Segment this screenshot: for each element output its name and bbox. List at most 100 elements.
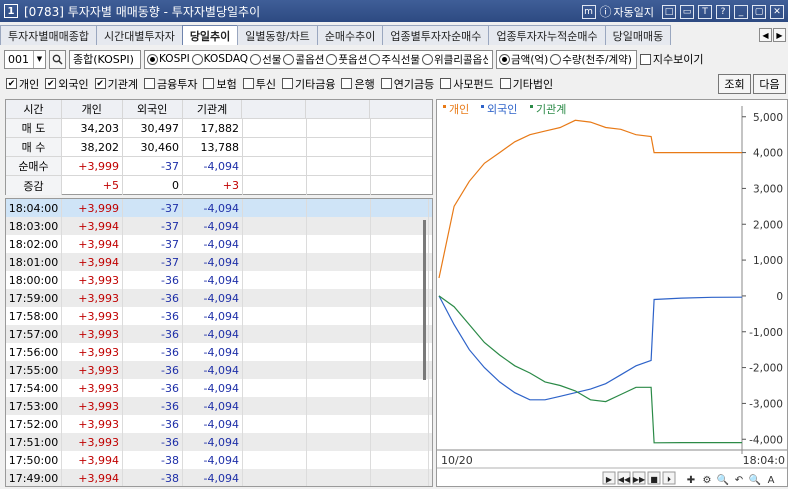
table-row[interactable]: 17:57:00 +3,993 -36 -4,094 [6,325,432,343]
search-icon[interactable] [49,49,66,69]
empty-cell [371,253,429,271]
table-row[interactable]: 17:56:00 +3,993 -36 -4,094 [6,343,432,361]
individual-cell: +3,994 [62,451,123,469]
check-insurance[interactable]: 보험 [203,76,237,92]
check-private-fund[interactable]: 사모펀드 [440,76,494,92]
table-row[interactable]: 17:52:00 +3,993 -36 -4,094 [6,415,432,433]
undo-icon[interactable]: ↶ [735,475,743,486]
tab-daily-trading[interactable]: 당일매매동 [604,25,672,45]
layout-icon[interactable]: ▭ [680,4,694,19]
tab-daily-chart[interactable]: 일별동향/차트 [237,25,318,45]
table-row[interactable]: 17:58:00 +3,993 -36 -4,094 [6,307,432,325]
radio-quantity[interactable]: 수량(천주/계약) [550,52,632,67]
radio-kospi[interactable]: KOSPI [147,53,190,65]
institution-cell: -4,094 [183,397,243,415]
foreign-cell: -36 [123,289,183,307]
table-row[interactable]: 18:00:00 +3,993 -36 -4,094 [6,271,432,289]
check-foreign[interactable]: ✔ 외국인 [45,76,89,92]
code-select[interactable]: 001 ▼ [4,49,46,69]
trend-chart[interactable]: 5,000 4,000 3,000 2,000 1,000 0 -1,000 -2,000 -3… [436,99,788,487]
play-icon[interactable]: ▶ [606,475,613,484]
rewind-icon[interactable]: ◀◀ [618,475,631,484]
settings-icon[interactable]: ⚙ [703,475,712,486]
radio-weekly-call[interactable]: 위클리콜옵션 [422,52,488,67]
window-title: [0783] 투자자별 매매동향 - 투자자별당일추이 [24,4,261,19]
summary-cell-empty [307,138,371,156]
zoom-out-icon[interactable]: 🔍 [749,473,761,486]
radio-amount[interactable]: 금액(억) [499,52,548,67]
fast-forward-icon[interactable]: ▶▶ [633,475,646,484]
index-view-checkbox[interactable]: 지수보이기 [639,51,704,67]
check-individual[interactable]: ✔ 개인 [6,76,39,92]
tab-daily-trend[interactable]: 당일추이 [181,25,239,45]
check-other-finance-label: 기타금융 [294,77,336,91]
check-other-finance[interactable]: 기타금융 [281,76,336,92]
table-row[interactable]: 18:01:00 +3,994 -37 -4,094 [6,253,432,271]
tab-next-icon[interactable]: ▶ [773,28,786,42]
tab-time-investor[interactable]: 시간대별투자자 [95,25,183,45]
radio-kosdaq[interactable]: KOSDAQ [191,53,248,65]
table-row[interactable]: 17:53:00 +3,993 -36 -4,094 [6,397,432,415]
table-row[interactable]: 17:59:00 +3,993 -36 -4,094 [6,289,432,307]
table-row[interactable]: 18:03:00 +3,994 -37 -4,094 [6,217,432,235]
empty-cell [243,379,307,397]
auto-diary-button[interactable]: ⓘ 자동일지 [600,3,655,20]
font-icon[interactable]: T [698,4,712,19]
check-bank[interactable]: 은행 [341,76,375,92]
next-button[interactable]: 다음 [753,74,786,94]
radio-call[interactable]: 콜옵션 [283,52,324,67]
check-other-corp[interactable]: 기타법인 [499,76,553,92]
table-row[interactable]: 17:55:00 +3,993 -36 -4,094 [6,361,432,379]
radio-stock-futures-label: 주식선물 [381,53,421,66]
check-pension[interactable]: 연기금등 [380,76,434,92]
table-row[interactable]: 18:04:00 +3,999 -37 -4,094 [6,199,432,217]
time-cell: 17:52:00 [6,415,62,433]
close-icon[interactable]: ✕ [770,4,784,19]
check-trust[interactable]: 투신 [242,76,276,92]
empty-cell [243,325,307,343]
table-row[interactable]: 17:49:00 +3,994 -38 -4,094 [6,469,432,486]
stop-icon[interactable]: ■ [650,475,658,484]
time-grid[interactable]: 18:04:00 +3,999 -37 -4,094 18:03:00 +3,994 -37… [5,198,433,487]
search-button[interactable]: 조회 [718,74,751,94]
legend-marker [443,105,446,108]
title-controls: m ⓘ 자동일지 □ ▭ T ? _ ▢ ✕ [581,3,784,20]
summary-cell-empty [243,138,307,156]
radio-futures[interactable]: 선물 [250,52,281,67]
minimize-icon[interactable]: _ [734,4,748,19]
table-row[interactable]: 17:54:00 +3,993 -36 -4,094 [6,379,432,397]
x-start-label: 10/20 [441,454,473,467]
time-grid-scrollbar[interactable] [423,200,431,484]
institution-cell: -4,094 [183,289,243,307]
time-cell: 17:56:00 [6,343,62,361]
summary-cell: 0 [123,176,183,195]
menu-icon[interactable]: m [581,4,596,19]
radio-amount-dot [499,53,511,65]
tab-prev-icon[interactable]: ◀ [759,28,772,42]
check-financial-investment[interactable]: 금융투자 [144,76,197,92]
summary-row-label: 매 도 [6,119,62,137]
radio-stock-futures[interactable]: 주식선물 [369,52,420,67]
tab-sector-net-buy[interactable]: 업종별투자자순매수 [382,25,490,45]
tab-investor-summary[interactable]: 투자자별매매종합 [0,25,97,45]
scrollbar-thumb[interactable] [423,220,426,380]
zoom-in-icon[interactable]: 🔍 [717,473,729,486]
empty-cell [307,433,371,451]
crosshair-icon[interactable]: ✚ [687,475,695,486]
maximize-icon[interactable]: ▢ [752,4,766,19]
time-cell: 17:54:00 [6,379,62,397]
table-row[interactable]: 18:02:00 +3,994 -37 -4,094 [6,235,432,253]
table-row[interactable]: 17:51:00 +3,993 -36 -4,094 [6,433,432,451]
step-icon[interactable]: ⏵ [667,475,671,484]
check-institution[interactable]: ✔ 기관계 [94,76,138,92]
radio-put[interactable]: 풋옵션 [326,52,367,67]
tab-net-buy-trend[interactable]: 순매수추이 [316,25,384,45]
help-icon[interactable]: ? [716,4,730,19]
text-icon[interactable]: A [768,475,775,486]
empty-cell [243,469,307,486]
table-row[interactable]: 17:50:00 +3,994 -38 -4,094 [6,451,432,469]
y-tick-label: 4,000 [753,148,783,160]
tab-sector-cumulative[interactable]: 업종투자자누적순매수 [488,25,606,45]
link-icon[interactable]: □ [662,4,676,19]
legend-foreign: 외국인 [487,103,517,116]
